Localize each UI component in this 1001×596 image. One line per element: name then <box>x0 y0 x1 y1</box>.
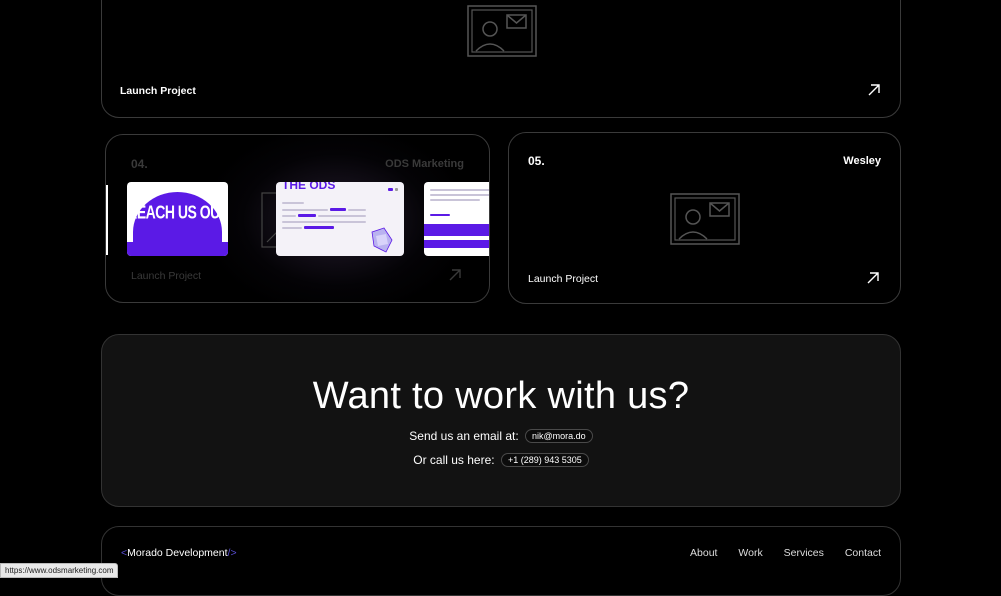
nav-work[interactable]: Work <box>738 547 762 559</box>
cta-title: Want to work with us? <box>312 375 690 417</box>
email-label: Send us an email at: <box>409 429 519 443</box>
preview-slide-1: REACH US OUT <box>127 182 228 256</box>
project-card-05[interactable]: 05. Wesley Launch Project <box>508 132 901 304</box>
link-status-bar: https://www.odsmarketing.com <box>0 563 119 578</box>
email-link[interactable]: nik@mora.do <box>525 429 593 443</box>
project-number: 04. <box>131 157 148 171</box>
arrow-up-right-icon[interactable] <box>448 268 462 282</box>
phone-label: Or call us here: <box>413 453 495 467</box>
image-placeholder-icon <box>467 5 537 57</box>
email-row: Send us an email at: nik@mora.do <box>102 429 900 443</box>
nav-about[interactable]: About <box>690 547 717 559</box>
project-client: ODS Marketing <box>385 158 464 170</box>
project-number: 05. <box>528 154 545 168</box>
arrow-up-right-icon[interactable] <box>866 271 880 285</box>
image-placeholder-icon <box>670 193 740 245</box>
nav-services[interactable]: Services <box>784 547 824 559</box>
slide-title: REACH US OUT <box>127 201 228 223</box>
project-card-top[interactable]: Launch Project <box>101 0 901 118</box>
brand-bracket-close: /> <box>227 547 237 559</box>
arrow-up-right-icon[interactable] <box>867 83 881 97</box>
project-card-04[interactable]: 04. ODS Marketing REACH US OUT THE ODS L… <box>105 134 490 303</box>
preview-slide-3 <box>424 182 489 256</box>
launch-project-link[interactable]: Launch Project <box>131 270 201 282</box>
phone-row: Or call us here: +1 (289) 943 5305 <box>102 453 900 467</box>
preview-slide-2: THE ODS <box>276 182 404 256</box>
footer-nav: About Work Services Contact <box>672 547 881 559</box>
carousel-edge <box>106 185 108 255</box>
nav-contact[interactable]: Contact <box>845 547 881 559</box>
footer-bar: <Morado Development/> About Work Service… <box>101 526 901 596</box>
phone-link[interactable]: +1 (289) 943 5305 <box>500 453 589 467</box>
launch-project-link[interactable]: Launch Project <box>528 273 598 285</box>
brand-logo[interactable]: <Morado Development/> <box>121 547 237 559</box>
project-client: Wesley <box>843 155 881 167</box>
brand-name: Morado Development <box>127 547 228 559</box>
launch-project-link[interactable]: Launch Project <box>120 85 196 97</box>
contact-cta-panel: Want to work with us? Send us an email a… <box>101 334 901 507</box>
